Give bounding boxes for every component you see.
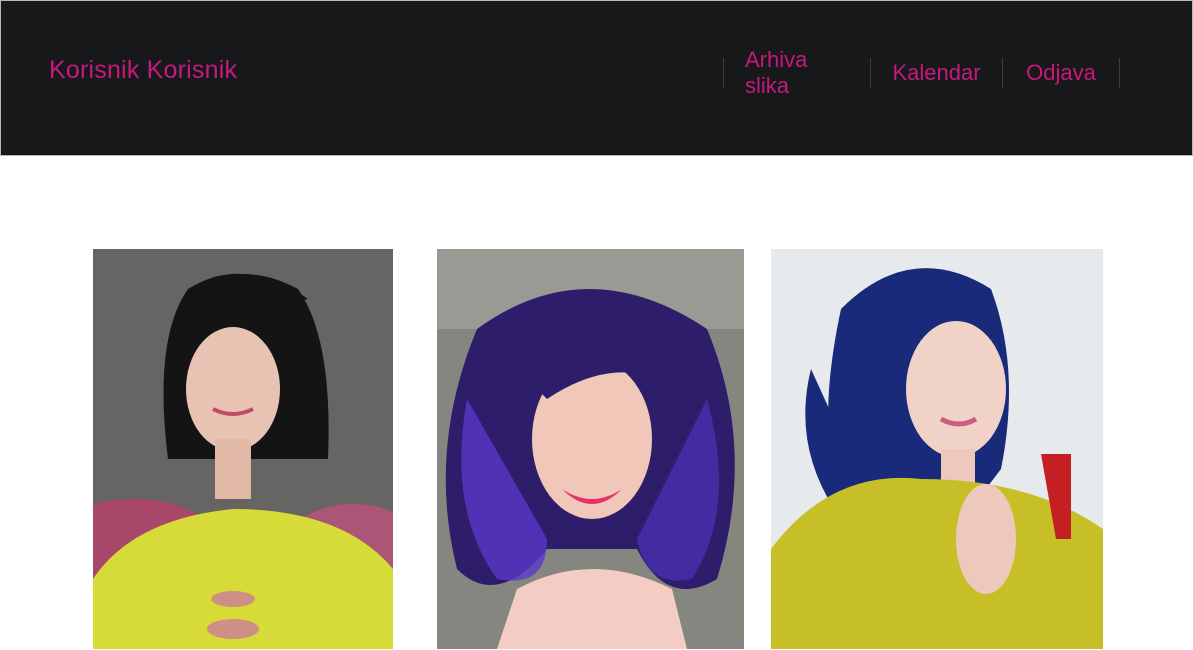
top-header: Korisnik Korisnik Arhiva slika Kalendar … [0,0,1193,156]
gallery-photo-3[interactable] [771,249,1103,649]
brand-user-name[interactable]: Korisnik Korisnik [49,56,237,85]
gallery-photo-1[interactable] [93,249,393,649]
photo-3-image [771,249,1103,649]
photo-1-image [93,249,393,649]
photo-2-image [437,249,744,649]
nav-item-arhiva-slika[interactable]: Arhiva slika [724,47,871,98]
nav-item-kalendar[interactable]: Kalendar [871,58,1003,88]
main-nav: Arhiva slika Kalendar Odjava [723,47,1120,98]
nav-item-odjava[interactable]: Odjava [1003,58,1120,88]
gallery-photo-2[interactable] [437,249,744,649]
